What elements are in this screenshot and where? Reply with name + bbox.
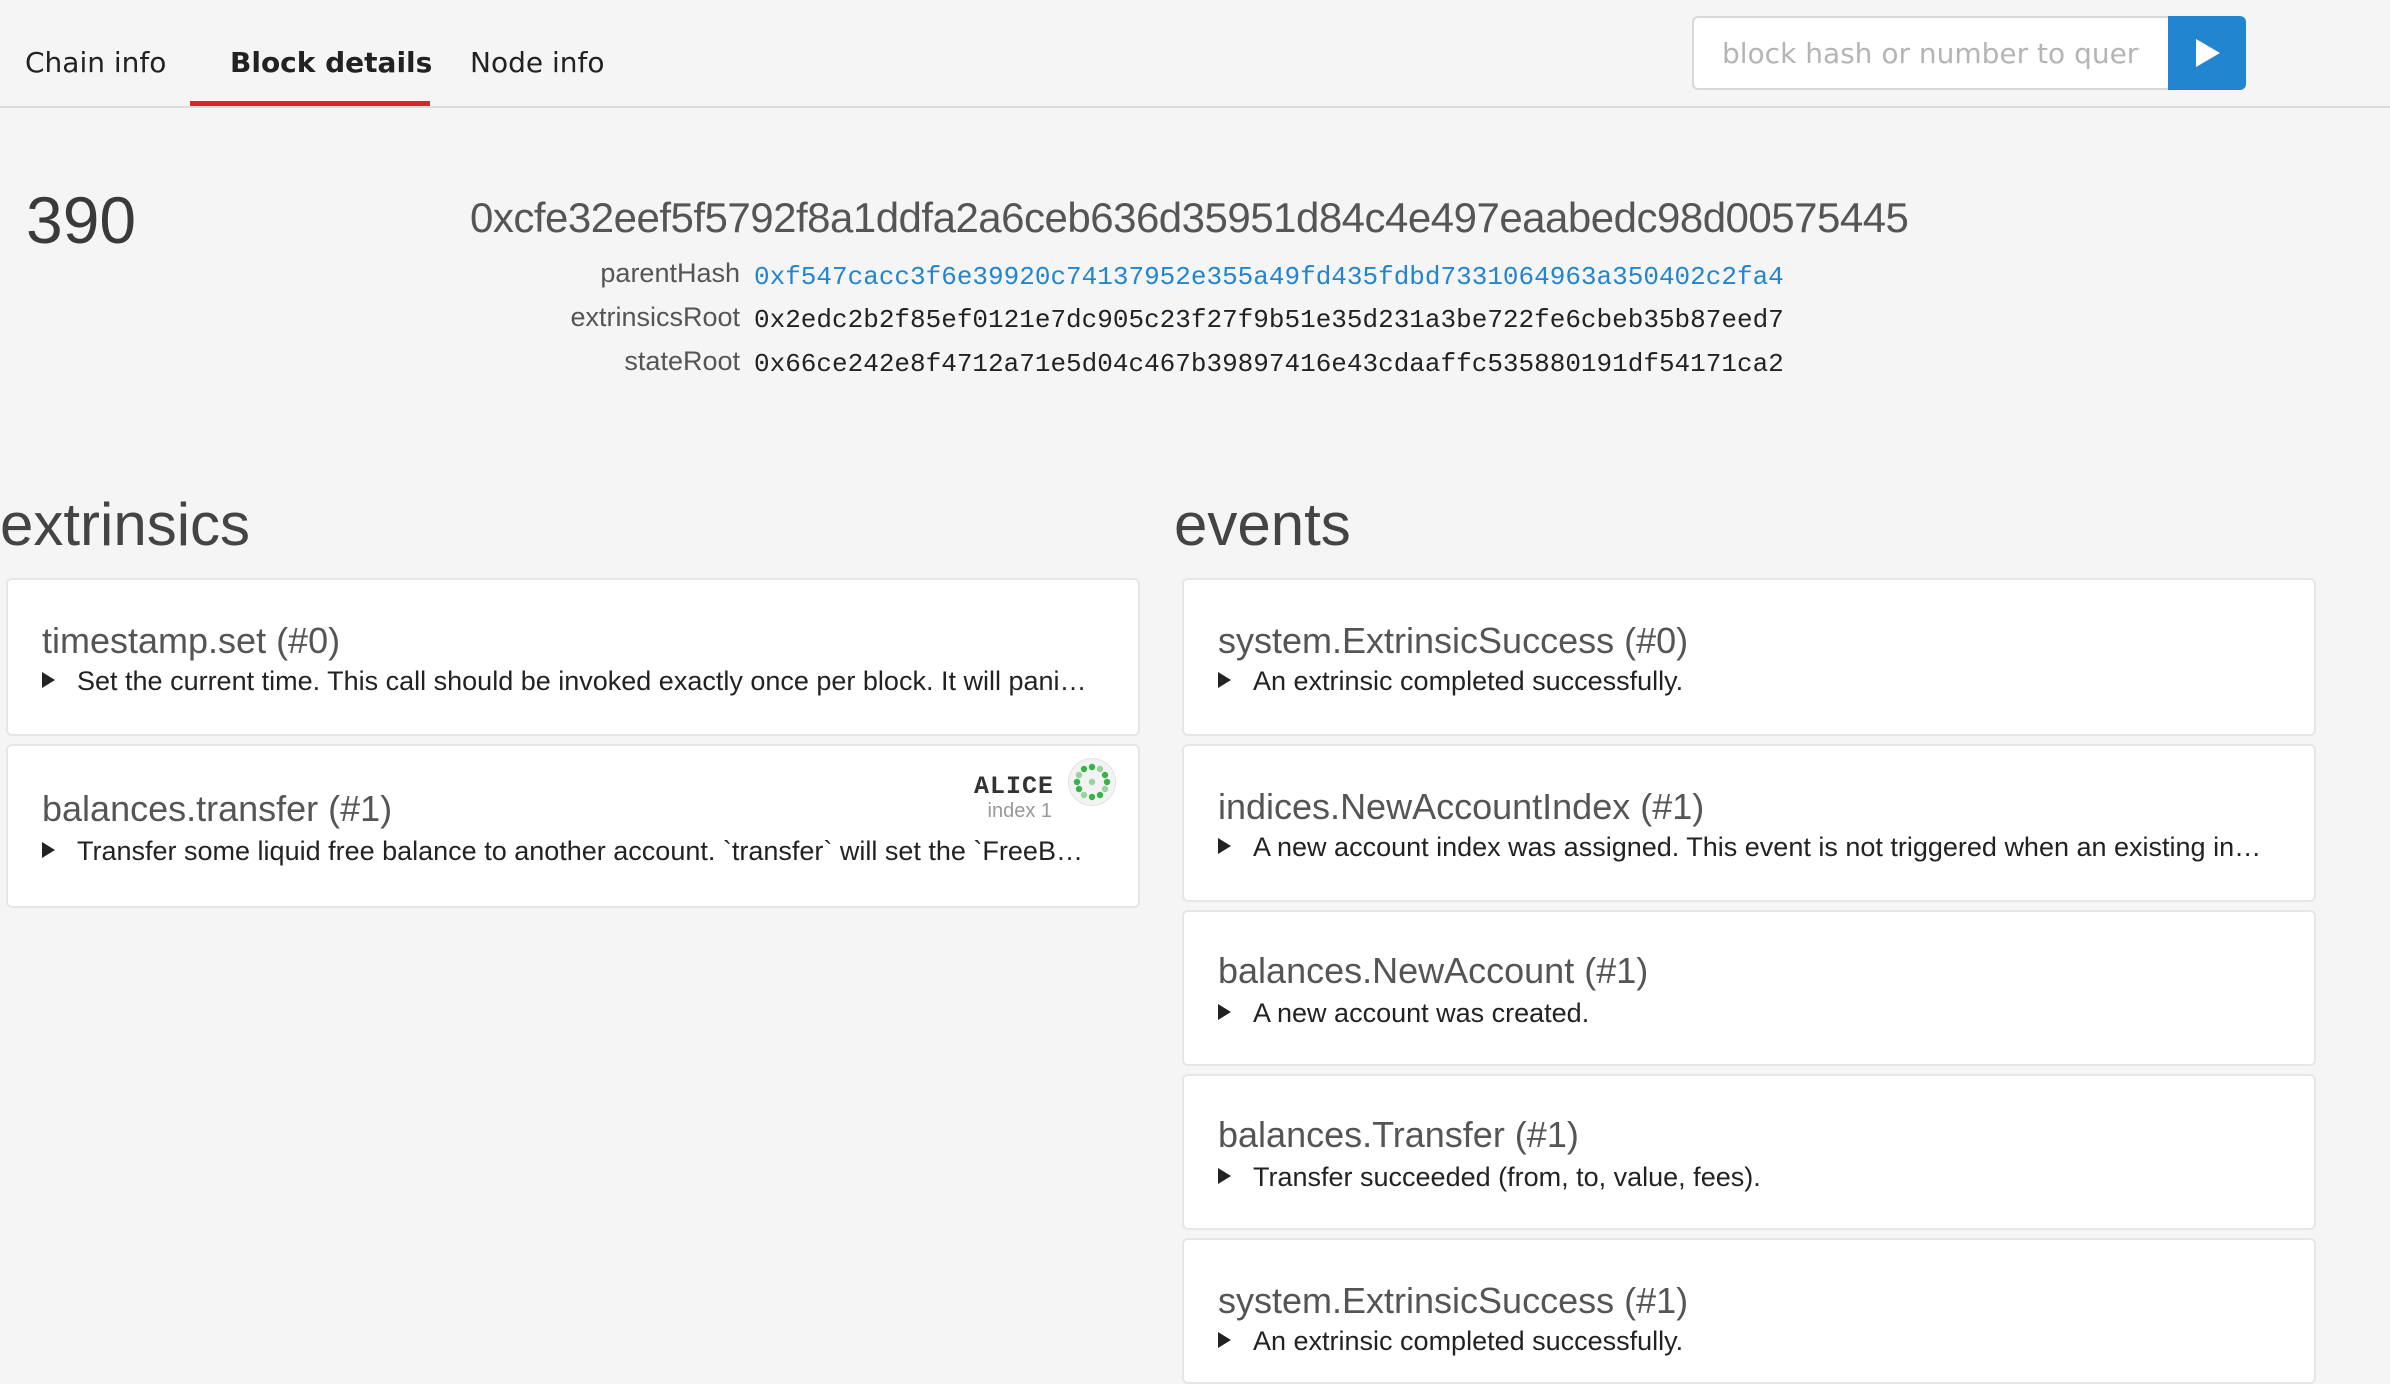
extrinsic-card: timestamp.set (#0) Set the current time.… [6, 578, 1140, 736]
extrinsics-root-label: extrinsicsRoot [570, 302, 740, 332]
event-card: system.ExtrinsicSuccess (#0) An extrinsi… [1182, 578, 2316, 736]
parent-hash-link[interactable]: 0xf547cacc3f6e39920c74137952e355a49fd435… [754, 262, 1784, 292]
extrinsic-description[interactable]: Transfer some liquid free balance to ano… [42, 836, 1092, 867]
event-title: balances.NewAccount (#1) [1218, 950, 1649, 991]
event-description[interactable]: Transfer succeeded (from, to, value, fee… [1218, 1162, 2274, 1193]
event-description[interactable]: An extrinsic completed successfully. [1218, 1326, 2274, 1357]
expand-caret-icon [42, 672, 55, 688]
signer-account-name[interactable]: ALICE [974, 772, 1054, 801]
tab-node-info[interactable]: Node info [470, 46, 605, 79]
extrinsic-title: balances.transfer (#1) [42, 788, 393, 829]
event-title: indices.NewAccountIndex (#1) [1218, 786, 1705, 827]
events-heading: events [1174, 491, 1351, 558]
expand-caret-icon [1218, 1168, 1231, 1184]
extrinsic-card: balances.transfer (#1) ALICE index 1 Tra… [6, 744, 1140, 908]
event-card: indices.NewAccountIndex (#1) A new accou… [1182, 744, 2316, 902]
expand-caret-icon [1218, 672, 1231, 688]
extrinsic-description[interactable]: Set the current time. This call should b… [42, 666, 1098, 697]
expand-caret-icon [1218, 1332, 1231, 1348]
event-description[interactable]: A new account was created. [1218, 998, 2274, 1029]
parent-hash-label: parentHash [600, 258, 740, 288]
event-card: balances.NewAccount (#1) A new account w… [1182, 910, 2316, 1066]
identicon-icon[interactable] [1068, 758, 1116, 806]
block-number: 390 [26, 183, 137, 257]
expand-caret-icon [42, 842, 55, 858]
expand-caret-icon [1218, 1004, 1231, 1020]
event-description[interactable]: An extrinsic completed successfully. [1218, 666, 2274, 697]
state-root-value: 0x66ce242e8f4712a71e5d04c467b39897416e43… [754, 349, 1784, 379]
extrinsic-title: timestamp.set (#0) [42, 620, 341, 661]
event-card: system.ExtrinsicSuccess (#1) An extrinsi… [1182, 1238, 2316, 1384]
active-tab-indicator [190, 101, 430, 106]
tab-block-details[interactable]: Block details [230, 46, 432, 79]
top-nav: Chain info Block details Node info [0, 0, 2390, 108]
event-description[interactable]: A new account index was assigned. This e… [1218, 832, 2274, 863]
signer-account-index: index 1 [987, 800, 1053, 822]
block-query-input[interactable] [1692, 16, 2168, 90]
event-title: balances.Transfer (#1) [1218, 1114, 1579, 1155]
state-root-label: stateRoot [624, 346, 740, 376]
event-title: system.ExtrinsicSuccess (#0) [1218, 620, 1689, 661]
event-title: system.ExtrinsicSuccess (#1) [1218, 1280, 1689, 1321]
query-submit-button[interactable] [2168, 16, 2246, 90]
extrinsics-heading: extrinsics [0, 491, 251, 558]
block-hash: 0xcfe32eef5f5792f8a1ddfa2a6ceb636d35951d… [470, 194, 1909, 241]
event-card: balances.Transfer (#1) Transfer succeede… [1182, 1074, 2316, 1230]
tab-chain-info[interactable]: Chain info [25, 46, 166, 79]
extrinsics-root-value: 0x2edc2b2f85ef0121e7dc905c23f27f9b51e35d… [754, 305, 1784, 335]
play-icon [2196, 39, 2220, 67]
expand-caret-icon [1218, 838, 1231, 854]
